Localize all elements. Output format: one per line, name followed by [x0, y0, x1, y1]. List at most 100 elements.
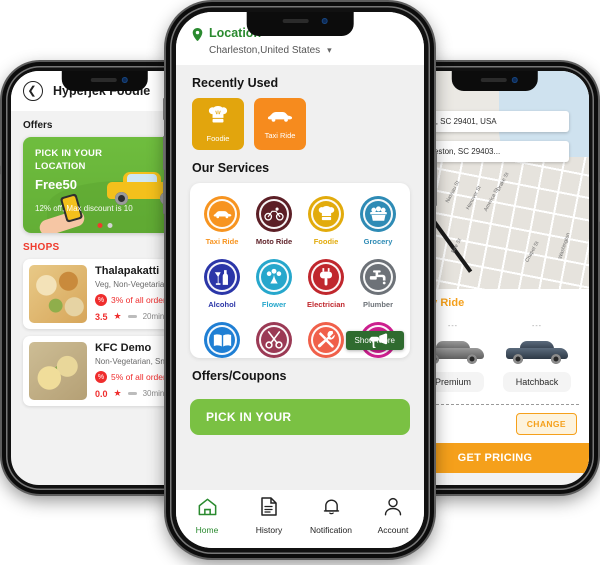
tab-label: History: [255, 525, 283, 535]
separator: [127, 315, 137, 318]
left-phone-volume-up-button[interactable]: [0, 140, 1, 166]
left-phone-notch: [61, 71, 149, 91]
service-label: Moto Ride: [255, 237, 293, 246]
car-icon: [204, 196, 240, 232]
service-alcohol[interactable]: Alcohol: [196, 259, 248, 309]
shop-offer-text: 3% of all orders: [111, 295, 171, 305]
coupon-banner[interactable]: PICK IN YOUR: [190, 399, 410, 435]
center-phone-screen: Location Charleston,United States ▾ Rece…: [176, 12, 424, 548]
recent-tile-label: Foodie: [206, 133, 230, 143]
table-row[interactable]: Thalapakatti Veg, Non-Vegetarian % 3% of…: [23, 259, 187, 329]
service-label: Taxi Ride: [205, 237, 239, 246]
service-label: Foodie: [313, 237, 339, 246]
earpiece-speaker: [282, 19, 309, 23]
center-phone-power-button[interactable]: [435, 152, 437, 206]
screenshot-stage: ❮ Hyperjek Foodie Offers PICK IN YOUR LO…: [0, 0, 600, 565]
shop-offer-text: 5% of all orders: [111, 372, 171, 382]
bicycle-icon: [256, 196, 292, 232]
ride-option-list: --- Premium --- Hatchback: [411, 323, 579, 392]
shop-thumbnail: [29, 342, 87, 400]
flower-icon: [256, 259, 292, 295]
front-camera: [511, 77, 518, 83]
chevron-down-icon[interactable]: ▾: [327, 45, 332, 56]
change-button[interactable]: CHANGE: [515, 413, 577, 435]
bell-icon: [323, 497, 340, 521]
services-grid: Taxi Ride Moto Ride Foodie Grocery Alcoh…: [196, 196, 404, 358]
recently-used-list: Foodie Taxi Ride: [176, 98, 424, 150]
tab-label: Notification: [309, 525, 353, 535]
basket-icon: [360, 196, 396, 232]
ride-option-label: Hatchback: [502, 372, 572, 392]
star-icon: ★: [113, 388, 122, 398]
service-foodie[interactable]: Foodie: [300, 196, 352, 246]
carousel-dots[interactable]: [97, 223, 113, 228]
recent-tile-foodie[interactable]: Foodie: [192, 98, 244, 150]
center-phone-mockup: Location Charleston,United States ▾ Rece…: [163, 2, 437, 558]
ride-option-hatchback[interactable]: --- Hatchback: [499, 323, 575, 392]
car-icon: [267, 109, 293, 128]
ride-panel-title: Daily Ride: [411, 297, 465, 309]
center-scroll-body: Recently Used Foodie Taxi Ride Our Servi…: [176, 65, 424, 435]
tab-label: Account: [377, 525, 409, 535]
tab-notification[interactable]: Notification: [300, 497, 362, 535]
offer-text-block: PICK IN YOUR LOCATION Free50 12% off, Ma…: [35, 147, 133, 213]
offer-line1: PICK IN YOUR: [35, 148, 103, 159]
chef-hat-icon: [207, 105, 229, 131]
map-pin-icon: [192, 27, 203, 41]
service-repair[interactable]: Repair: [300, 322, 352, 358]
front-camera: [321, 18, 328, 24]
left-phone-volume-down-button[interactable]: [0, 174, 1, 200]
location-value: Charleston,United States: [209, 45, 321, 56]
bottom-tab-bar: Home History Notification Account: [176, 490, 424, 548]
service-label: Alcohol: [208, 300, 236, 309]
tab-label: Home: [195, 524, 219, 535]
ride-eta: ---: [532, 323, 542, 330]
file-icon: [261, 497, 277, 521]
center-phone-notch: [246, 12, 354, 36]
earpiece-speaker: [91, 78, 118, 82]
services-card: Taxi Ride Moto Ride Foodie Grocery Alcoh…: [190, 183, 410, 358]
tab-home[interactable]: Home: [176, 498, 238, 535]
service-label: Plumber: [362, 300, 393, 309]
offer-detail: 12% off, Max discount is 10: [35, 204, 133, 213]
change-row: CHANGE: [411, 405, 579, 435]
service-salon[interactable]: Salon: [248, 322, 300, 358]
shop-rating: 0.0: [95, 388, 108, 399]
service-electrician[interactable]: Electrician: [300, 259, 352, 309]
carousel-dot-active[interactable]: [97, 223, 103, 228]
tab-history[interactable]: History: [238, 497, 300, 535]
discount-badge-icon: %: [95, 371, 107, 383]
center-phone-volume-up-button[interactable]: [163, 136, 165, 170]
front-camera: [121, 77, 128, 83]
service-flower[interactable]: Flower: [248, 259, 300, 309]
offer-code: Free50: [35, 177, 77, 192]
center-phone-volume-down-button[interactable]: [163, 180, 165, 214]
scissors-icon: [256, 322, 292, 358]
chef-hat-icon: [308, 196, 344, 232]
star-icon: ★: [113, 311, 122, 321]
recently-used-heading: Recently Used: [192, 76, 279, 90]
tools-icon: [308, 322, 344, 358]
home-icon: [198, 498, 217, 521]
center-phone-mute-switch[interactable]: [163, 98, 165, 120]
carousel-dot[interactable]: [107, 223, 113, 228]
service-grocery[interactable]: Grocery: [352, 196, 404, 246]
offers-coupons-heading: Offers/Coupons: [192, 369, 287, 383]
faucet-icon: [360, 259, 396, 295]
back-chevron-icon[interactable]: ❮: [23, 81, 43, 101]
service-label: Grocery: [363, 237, 393, 246]
service-taxi-ride[interactable]: Taxi Ride: [196, 196, 248, 246]
tab-account[interactable]: Account: [362, 497, 424, 535]
shop-thumbnail: [29, 265, 87, 323]
service-books[interactable]: Books: [196, 322, 248, 358]
service-plumber[interactable]: Plumber: [352, 259, 404, 309]
our-services-heading: Our Services: [192, 161, 270, 175]
right-phone-notch: [451, 71, 539, 91]
recent-tile-taxi-ride[interactable]: Taxi Ride: [254, 98, 306, 150]
service-moto-ride[interactable]: Moto Ride: [248, 196, 300, 246]
service-label: Electrician: [307, 300, 345, 309]
service-label: Flower: [261, 300, 287, 309]
table-row[interactable]: KFC Demo Non-Vegetarian, Snack % 5% of a…: [23, 336, 187, 406]
recent-tile-label: Taxi Ride: [264, 130, 296, 140]
offer-line2: LOCATION: [35, 161, 86, 172]
